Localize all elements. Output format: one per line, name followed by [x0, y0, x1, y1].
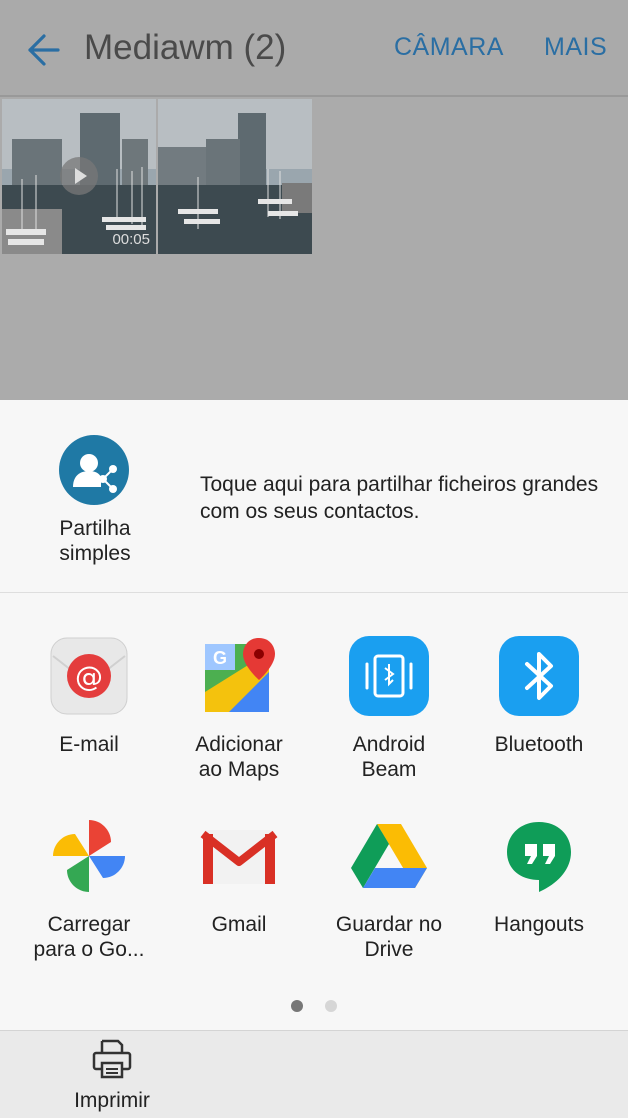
app-label: Android: [352, 733, 426, 756]
page-dot-active[interactable]: [291, 1000, 303, 1012]
print-label: Imprimir: [74, 1089, 150, 1112]
media-thumbnails: 00:05: [2, 99, 312, 254]
maps-icon: G: [199, 636, 279, 716]
hangouts-icon: [499, 816, 579, 896]
more-button[interactable]: MAIS: [544, 33, 607, 62]
svg-text:G: G: [213, 648, 227, 668]
share-app-hangouts[interactable]: Hangouts: [464, 816, 614, 937]
share-app-bluetooth[interactable]: Bluetooth: [464, 636, 614, 757]
gmail-icon: [199, 816, 279, 896]
app-label: Hangouts: [494, 913, 584, 936]
page-dot-inactive[interactable]: [325, 1000, 337, 1012]
app-label: Guardar no: [335, 913, 443, 936]
page-title: Mediawm (2): [84, 28, 287, 67]
bluetooth-icon: [499, 636, 579, 716]
google-photos-icon: [49, 816, 129, 896]
simple-share-icon[interactable]: [59, 435, 129, 505]
app-label: Drive: [364, 938, 414, 961]
svg-text:@: @: [75, 660, 103, 693]
video-thumbnail[interactable]: 00:05: [2, 99, 156, 254]
app-label: E-mail: [59, 733, 119, 756]
share-app-android-beam[interactable]: Android Beam: [314, 636, 464, 782]
play-icon: [60, 157, 98, 195]
share-app-email[interactable]: @ E-mail: [14, 636, 164, 757]
share-app-maps[interactable]: G Adicionar ao Maps: [164, 636, 314, 782]
app-label: Carregar: [47, 913, 131, 936]
share-sheet: Partilha simples Toque aqui para partilh…: [0, 400, 628, 1118]
app-label: Gmail: [211, 913, 267, 936]
share-app-drive[interactable]: Guardar no Drive: [314, 816, 464, 962]
simple-share-row[interactable]: Partilha simples Toque aqui para partilh…: [0, 400, 628, 593]
photo-thumbnail[interactable]: [158, 99, 312, 254]
app-label: Beam: [361, 758, 417, 781]
page-indicator: [0, 1000, 628, 1014]
share-app-gmail[interactable]: Gmail: [164, 816, 314, 937]
back-arrow-icon[interactable]: [22, 30, 62, 70]
simple-share-description: Toque aqui para partilhar ficheiros gran…: [200, 473, 599, 523]
drive-icon: [349, 816, 429, 896]
print-button[interactable]: Imprimir: [52, 1037, 172, 1113]
app-label: ao Maps: [198, 758, 280, 781]
simple-share-label: Partilha simples: [59, 517, 131, 565]
share-app-google-photos[interactable]: Carregar para o Go...: [14, 816, 164, 962]
print-bar: Imprimir: [0, 1030, 628, 1118]
app-label: Adicionar: [195, 733, 283, 756]
video-duration: 00:05: [112, 231, 150, 248]
app-bar: Mediawm (2) CÂMARA MAIS: [0, 0, 628, 97]
app-label: para o Go...: [33, 938, 145, 961]
printer-icon: [90, 1037, 134, 1081]
app-label: Bluetooth: [494, 733, 584, 756]
android-beam-icon: [349, 636, 429, 716]
email-icon: @: [49, 636, 129, 716]
camera-button[interactable]: CÂMARA: [394, 33, 504, 62]
